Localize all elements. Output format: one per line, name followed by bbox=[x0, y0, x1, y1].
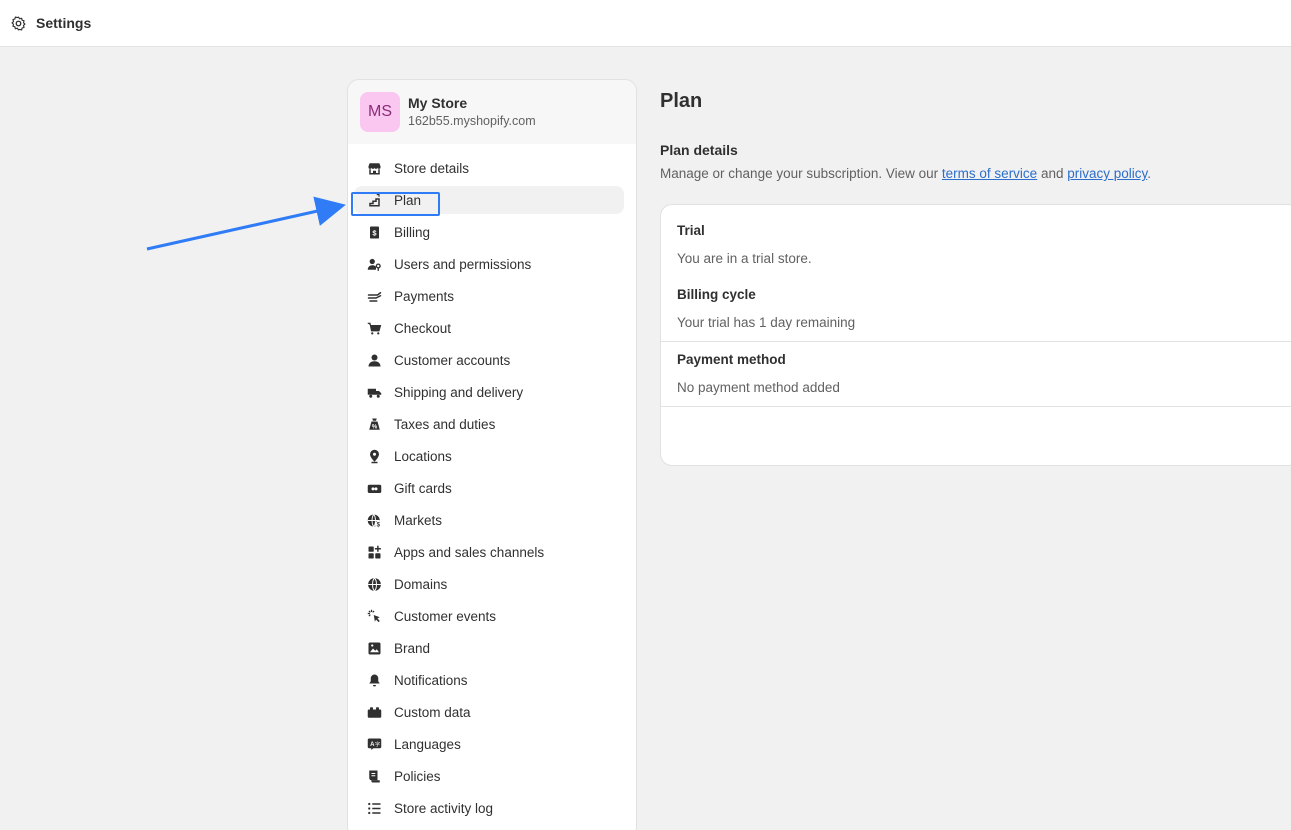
list-icon bbox=[366, 800, 382, 816]
sidebar-item-customer-events[interactable]: Customer events bbox=[354, 602, 624, 630]
svg-text:%: % bbox=[371, 424, 377, 430]
terms-of-service-link[interactable]: terms of service bbox=[942, 166, 1037, 181]
users-icon bbox=[366, 256, 382, 272]
avatar: MS bbox=[360, 92, 400, 132]
location-icon bbox=[366, 448, 382, 464]
sidebar-item-label: Apps and sales channels bbox=[394, 544, 545, 560]
store-name: My Store bbox=[408, 95, 468, 111]
sidebar-item-gift-cards[interactable]: Gift cards bbox=[354, 474, 624, 502]
globe-dollar-icon: $ bbox=[366, 512, 382, 528]
store-domain: 162b55.myshopify.com bbox=[408, 114, 536, 128]
sidebar-item-shipping-and-delivery[interactable]: Shipping and delivery bbox=[354, 378, 624, 406]
settings-nav: Store details Plan $ Billing Users and permi… bbox=[348, 144, 636, 822]
apps-icon bbox=[366, 544, 382, 560]
section-description: Manage or change your subscription. View… bbox=[660, 166, 1151, 181]
sidebar-item-taxes-and-duties[interactable]: % Taxes and duties bbox=[354, 410, 624, 438]
sidebar-item-domains[interactable]: Domains bbox=[354, 570, 624, 598]
sidebar-item-label: Customer events bbox=[394, 608, 497, 624]
billing-cycle-value: Your trial has 1 day remaining bbox=[677, 315, 856, 330]
desc-prefix: Manage or change your subscription. View… bbox=[660, 166, 942, 181]
sidebar-item-checkout[interactable]: Checkout bbox=[354, 314, 624, 342]
sidebar-item-locations[interactable]: Locations bbox=[354, 442, 624, 470]
sidebar-item-policies[interactable]: Policies bbox=[354, 762, 624, 790]
desc-and: and bbox=[1037, 166, 1068, 181]
plan-card: Trial You are in a trial store. Billing … bbox=[660, 204, 1291, 466]
sidebar-item-label: Domains bbox=[394, 576, 448, 592]
trial-value: You are in a trial store. bbox=[677, 251, 812, 266]
sidebar-item-notifications[interactable]: Notifications bbox=[354, 666, 624, 694]
sidebar-item-custom-data[interactable]: Custom data bbox=[354, 698, 624, 726]
payment-method-value: No payment method added bbox=[677, 380, 840, 395]
sidebar-item-brand[interactable]: Brand bbox=[354, 634, 624, 662]
section-title: Plan details bbox=[660, 142, 738, 158]
billing-cycle-label: Billing cycle bbox=[677, 287, 756, 302]
policy-icon bbox=[366, 768, 382, 784]
sidebar-item-billing[interactable]: $ Billing bbox=[354, 218, 624, 246]
sidebar-item-customer-accounts[interactable]: Customer accounts bbox=[354, 346, 624, 374]
sidebar-item-users-and-permissions[interactable]: Users and permissions bbox=[354, 250, 624, 278]
sidebar-item-label: Markets bbox=[394, 512, 443, 528]
billing-icon: $ bbox=[366, 224, 382, 240]
sidebar-item-languages[interactable]: A 字 Languages bbox=[354, 730, 624, 758]
sidebar-item-store-details[interactable]: Store details bbox=[354, 154, 624, 182]
sidebar-item-label: Store details bbox=[394, 160, 470, 176]
sidebar-item-label: Checkout bbox=[394, 320, 452, 336]
globe-icon bbox=[366, 576, 382, 592]
sidebar-item-label: Payments bbox=[394, 288, 455, 304]
sidebar-item-label: Store activity log bbox=[394, 800, 494, 816]
sidebar-item-store-activity-log[interactable]: Store activity log bbox=[354, 794, 624, 822]
sidebar-item-label: Locations bbox=[394, 448, 452, 464]
annotation-highlight-box bbox=[351, 192, 440, 216]
page-title: Plan bbox=[660, 90, 703, 112]
annotation-arrow bbox=[146, 196, 346, 251]
sidebar-item-label: Languages bbox=[394, 736, 461, 752]
gift-card-icon bbox=[366, 480, 382, 496]
language-icon: A字 bbox=[366, 736, 382, 752]
trial-label: Trial bbox=[677, 223, 705, 238]
payment-method-label: Payment method bbox=[677, 352, 786, 367]
sidebar-item-label: Policies bbox=[394, 768, 441, 784]
brand-icon bbox=[366, 640, 382, 656]
store-header[interactable]: MS My Store 162b55.myshopify.com bbox=[348, 80, 636, 144]
sidebar-item-label: Brand bbox=[394, 640, 431, 656]
database-icon bbox=[366, 704, 382, 720]
divider bbox=[661, 406, 1291, 407]
sidebar-item-payments[interactable]: Payments bbox=[354, 282, 624, 310]
sidebar-item-label: Users and permissions bbox=[394, 256, 532, 272]
sidebar-item-label: Customer accounts bbox=[394, 352, 511, 368]
person-icon bbox=[366, 352, 382, 368]
sidebar-item-label: Shipping and delivery bbox=[394, 384, 524, 400]
sidebar-item-label: Billing bbox=[394, 224, 431, 240]
store-icon bbox=[366, 160, 382, 176]
cursor-click-icon bbox=[366, 608, 382, 624]
sidebar-item-label: Notifications bbox=[394, 672, 468, 688]
tax-icon: % bbox=[366, 416, 382, 432]
payments-icon bbox=[366, 288, 382, 304]
sidebar-item-label: Gift cards bbox=[394, 480, 452, 496]
sidebar-item-markets[interactable]: $ Markets bbox=[354, 506, 624, 534]
sidebar-item-label: Taxes and duties bbox=[394, 416, 496, 432]
desc-suffix: . bbox=[1147, 166, 1152, 181]
divider bbox=[661, 341, 1291, 342]
privacy-policy-link[interactable]: privacy policy bbox=[1067, 166, 1147, 181]
sidebar-item-label: Custom data bbox=[394, 704, 471, 720]
truck-icon bbox=[366, 384, 382, 400]
bell-icon bbox=[366, 672, 382, 688]
cart-icon bbox=[366, 320, 382, 336]
sidebar-item-apps-and-sales-channels[interactable]: Apps and sales channels bbox=[354, 538, 624, 566]
